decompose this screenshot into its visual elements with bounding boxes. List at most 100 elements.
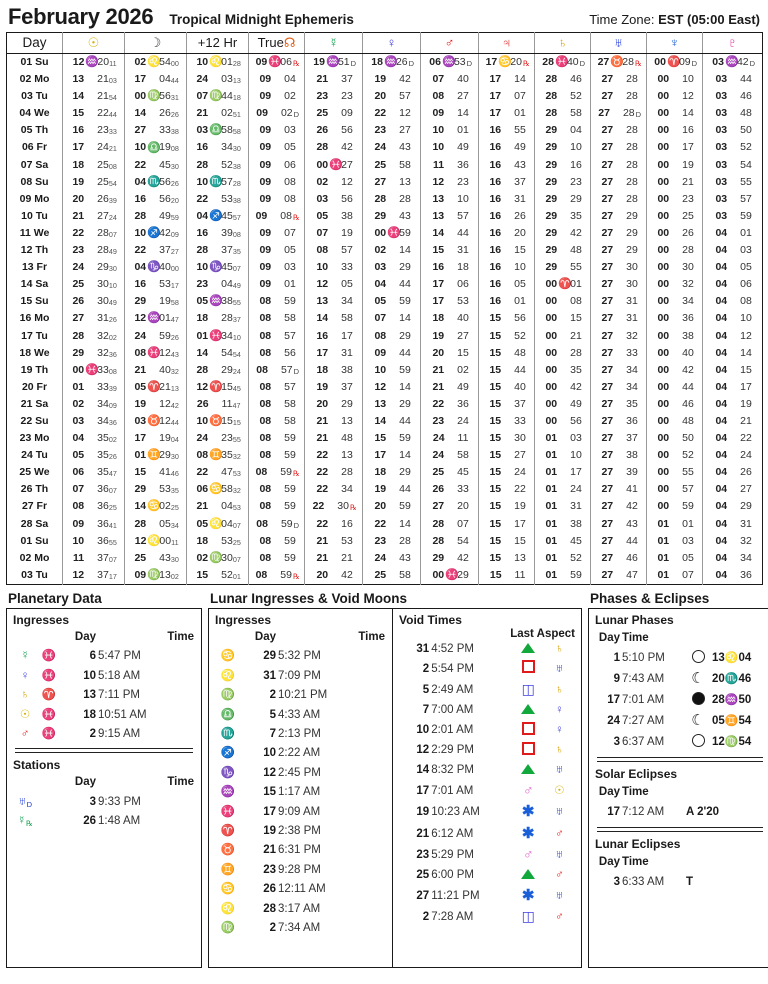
minute-value: 28: [626, 192, 638, 205]
minute-value: 48: [341, 432, 353, 445]
minute-value: 46: [682, 397, 694, 410]
table-row: 05 Th16♈233327♈333803♎585809♈0326♈5623♈2…: [6, 122, 763, 140]
minute-value: 13: [159, 568, 171, 581]
phase-day: 24: [607, 715, 620, 728]
degree-value: 29: [374, 209, 387, 222]
ephemeris-body: 01 Su 12 ♒ 20 11 02 ♌ 54 00 10 ♌ 01 28 09 ♓ 06 ℞ 19 ♒ 51 D 18…: [6, 53, 763, 585]
cell-node: 09♈02: [248, 88, 305, 106]
minute-value: 42: [626, 500, 638, 513]
degree-value: 05: [374, 295, 387, 308]
cell-moon12: 21♈0251: [186, 105, 249, 123]
table-row: 21 Sa02♈340919♈124226♈114708♈5820♈2913♈2…: [6, 395, 763, 413]
table-row: 19 Th00♓330821♈403228♈292408♈57D18♈3810♈…: [6, 361, 763, 379]
station-direction-icon: D: [26, 799, 33, 809]
minute-value: 15: [514, 534, 526, 547]
aspect-cell: ✱: [513, 802, 544, 823]
cell-moon12: 22♈5338: [186, 190, 249, 208]
cell-venus: 10♈59: [362, 361, 421, 379]
cell-neptune: 00♈10: [646, 71, 703, 89]
minute-value: 37: [626, 432, 638, 445]
zodiac-sign-icon: ♊: [147, 449, 161, 462]
degree-value: 27: [601, 432, 614, 445]
degree-value: 29: [134, 295, 147, 308]
degree-value: 24: [196, 432, 209, 445]
minute-value: 31: [570, 500, 582, 513]
minute-value: 54: [740, 158, 752, 171]
degree-value: 00: [545, 329, 558, 342]
cell-mars: 22♈36: [420, 395, 479, 413]
cell-moon12: 28♈3735: [186, 242, 249, 260]
minute-value: 05: [159, 517, 171, 530]
minute-value: 01: [221, 56, 233, 68]
minute-value: 44: [399, 278, 411, 291]
minute-value: 24: [514, 466, 526, 479]
cell-jupiter: 16♈05: [478, 276, 535, 294]
degree-value: 28: [374, 192, 387, 205]
degree-value: 00: [545, 380, 558, 393]
minute-value: 45: [457, 466, 469, 479]
minute-value: 41: [159, 466, 171, 479]
lunar-ingress-day: 10: [263, 747, 276, 760]
zodiac-sign-icon: ♑: [209, 261, 223, 274]
degree-value: 27: [601, 261, 614, 274]
minute-value: 44: [682, 380, 694, 393]
cell-mars: 27♈20: [420, 498, 479, 516]
degree-value: 21: [72, 209, 85, 222]
se-time-header: Time: [622, 785, 649, 798]
cell-sun: 25♈3010: [62, 276, 125, 294]
cell-venus: 15♈59: [362, 430, 421, 448]
second-value: 08: [108, 366, 117, 376]
void-day: 7: [422, 704, 430, 717]
degree-value: 10: [316, 261, 329, 274]
second-value: 55: [232, 298, 241, 308]
cell-jupiter: 16♈01: [478, 293, 535, 311]
degree-value: 21: [196, 500, 209, 513]
cell-node: 09♈05: [248, 242, 305, 260]
degree-value: 04: [715, 278, 728, 291]
phase-time: 5:10 PM: [622, 652, 665, 665]
minute-value: 40: [514, 380, 526, 393]
degree-value: 10: [196, 175, 209, 188]
cell-mars: 17♈53: [420, 293, 479, 311]
minute-value: 52: [221, 158, 233, 171]
cell-mars: 10♈49: [420, 139, 479, 157]
void-day: 17: [416, 784, 430, 797]
cell-jupiter: 16♈37: [478, 173, 535, 191]
degree-value: 27: [601, 414, 614, 427]
degree-value: 04: [715, 466, 728, 479]
lunar-ingress-day: 17: [263, 805, 276, 818]
cell-sun: 11♈3707: [62, 549, 125, 567]
cell-moon: 03 ♉ 12 44: [124, 412, 187, 431]
degree-value: 00: [545, 363, 558, 376]
second-value: 07: [108, 554, 117, 564]
cell-mars: 13♈57: [420, 207, 479, 225]
degree-value: 27: [601, 329, 614, 342]
degree-value: 15: [72, 107, 85, 120]
cell-moon12: 18♈5325: [186, 532, 249, 550]
list-item: 17 7:01 AM ♂ ☉: [399, 781, 575, 802]
cell-mercury: 20♈42: [304, 566, 363, 585]
minute-value: 57: [341, 244, 353, 257]
minute-value: 31: [626, 295, 638, 308]
cell-venus: 24♈43: [362, 549, 421, 567]
minute-value: 33: [514, 414, 526, 427]
cell-venus: 27♈13: [362, 173, 421, 191]
lunar-ingress-time: 2:22 AM: [278, 747, 321, 760]
cell-saturn: 01♈03: [534, 430, 591, 448]
cell-pluto: 04♈32: [702, 532, 763, 550]
degree-value: 24: [196, 73, 209, 86]
second-value: 10: [108, 281, 117, 291]
cell-pluto: 04♈22: [702, 430, 763, 448]
degree-value: 08: [255, 568, 268, 581]
zodiac-sign-icon: ♋: [220, 650, 236, 663]
minute-value: 49: [514, 141, 526, 154]
minute-value: 30: [97, 295, 109, 308]
cell-uranus: 27♈28: [590, 156, 647, 174]
day-cell: 14 Sa: [6, 276, 63, 294]
second-value: 02: [170, 571, 179, 581]
degree-value: 00: [545, 278, 558, 291]
minute-value: 49: [457, 380, 469, 393]
degree-value: 08: [259, 551, 272, 564]
cell-moon: 05 ♈ 21 13: [124, 378, 187, 396]
cell-pluto: 03♈57: [702, 190, 763, 208]
